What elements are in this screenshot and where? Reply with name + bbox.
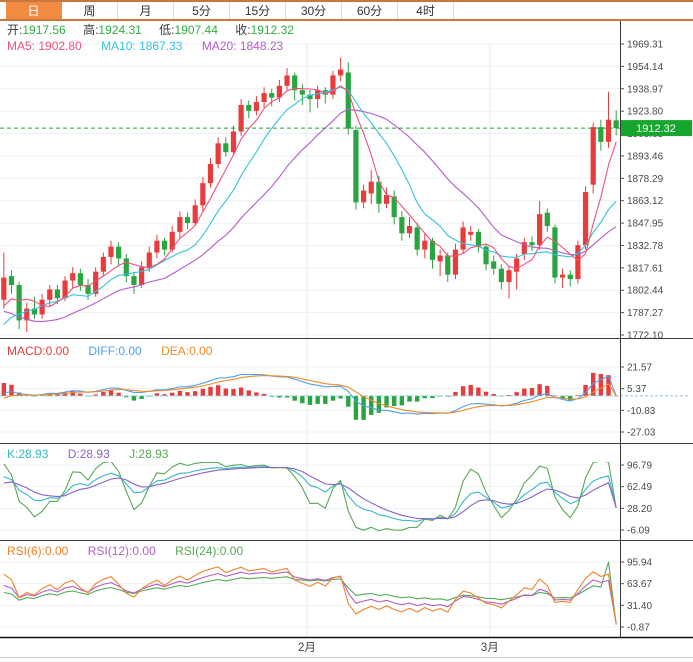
ma20-readout: MA20: 1848.23 [202,39,283,53]
close-label: 收: [235,23,250,37]
high-label: 高: [83,23,98,37]
candles-layer [1,58,619,332]
svg-text:1863.12: 1863.12 [627,196,664,207]
svg-text:1787.27: 1787.27 [627,308,664,319]
open-value: 1917.56 [22,23,65,37]
rsi12-value: RSI(12):0.00 [88,544,156,558]
svg-text:1923.80: 1923.80 [627,107,664,118]
rsi-lines [4,562,616,625]
d-value: D:28.93 [68,447,110,461]
rsi24-value: RSI(24):0.00 [175,544,243,558]
ma-readout: MA5: 1902.80 MA10: 1867.33 MA20: 1848.23 [7,39,299,53]
kdj-lines [4,461,616,531]
svg-text:1893.46: 1893.46 [627,151,664,162]
svg-text:1847.95: 1847.95 [627,219,664,230]
high-value: 1924.31 [98,23,141,37]
svg-text:31.40: 31.40 [627,601,652,612]
svg-text:1802.44: 1802.44 [627,286,664,297]
svg-text:63.67: 63.67 [627,579,652,590]
svg-text:1938.97: 1938.97 [627,84,664,95]
svg-text:1817.61: 1817.61 [627,263,664,274]
current-price-badge: 1912.32 [621,120,692,136]
dea-value: DEA:0.00 [161,344,212,358]
svg-text:1954.14: 1954.14 [627,62,664,73]
svg-text:-0.87: -0.87 [627,623,650,634]
svg-text:96.79: 96.79 [627,461,652,472]
low-label: 低: [159,23,174,37]
svg-text:1878.29: 1878.29 [627,174,664,185]
open-label: 开: [7,23,22,37]
svg-text:1832.78: 1832.78 [627,241,664,252]
kdj-readout: K:28.93 D:28.93 J:28.93 [7,447,184,461]
svg-text:3月: 3月 [481,642,499,654]
svg-text:-10.83: -10.83 [627,406,656,417]
j-value: J:28.93 [129,447,168,461]
ohlc-readout: 开:1917.56 高:1924.31 低:1907.44 收:1912.32 [7,23,308,37]
diff-value: DIFF:0.00 [88,344,141,358]
macd-value: MACD:0.00 [7,344,69,358]
rsi6-value: RSI(6):0.00 [7,544,68,558]
low-value: 1907.44 [175,23,218,37]
ma10-readout: MA10: 1867.33 [101,39,182,53]
rsi-readout: RSI(6):0.00 RSI(12):0.00 RSI(24):0.00 [7,544,259,558]
macd-readout: MACD:0.00 DIFF:0.00 DEA:0.00 [7,344,228,358]
svg-text:62.49: 62.49 [627,482,652,493]
svg-text:2月: 2月 [298,642,316,654]
svg-text:95.94: 95.94 [627,558,652,569]
k-value: K:28.93 [7,447,48,461]
chart-canvas[interactable]: 1969.311954.141938.971923.801908.631893.… [0,0,693,662]
svg-text:5.37: 5.37 [627,384,647,395]
svg-text:21.57: 21.57 [627,363,652,374]
svg-text:1912.32: 1912.32 [636,123,676,135]
close-value: 1912.32 [251,23,294,37]
trading-chart-app: 1969.311954.141938.971923.801908.631893.… [0,0,693,662]
svg-text:1969.31: 1969.31 [627,40,664,51]
svg-text:28.20: 28.20 [627,504,652,515]
svg-text:-6.09: -6.09 [627,526,650,537]
x-axis-labels: 2月 3月 [298,642,499,654]
svg-text:1772.10: 1772.10 [627,331,664,342]
ma5-readout: MA5: 1902.80 [7,39,82,53]
svg-text:-27.03: -27.03 [627,428,656,439]
